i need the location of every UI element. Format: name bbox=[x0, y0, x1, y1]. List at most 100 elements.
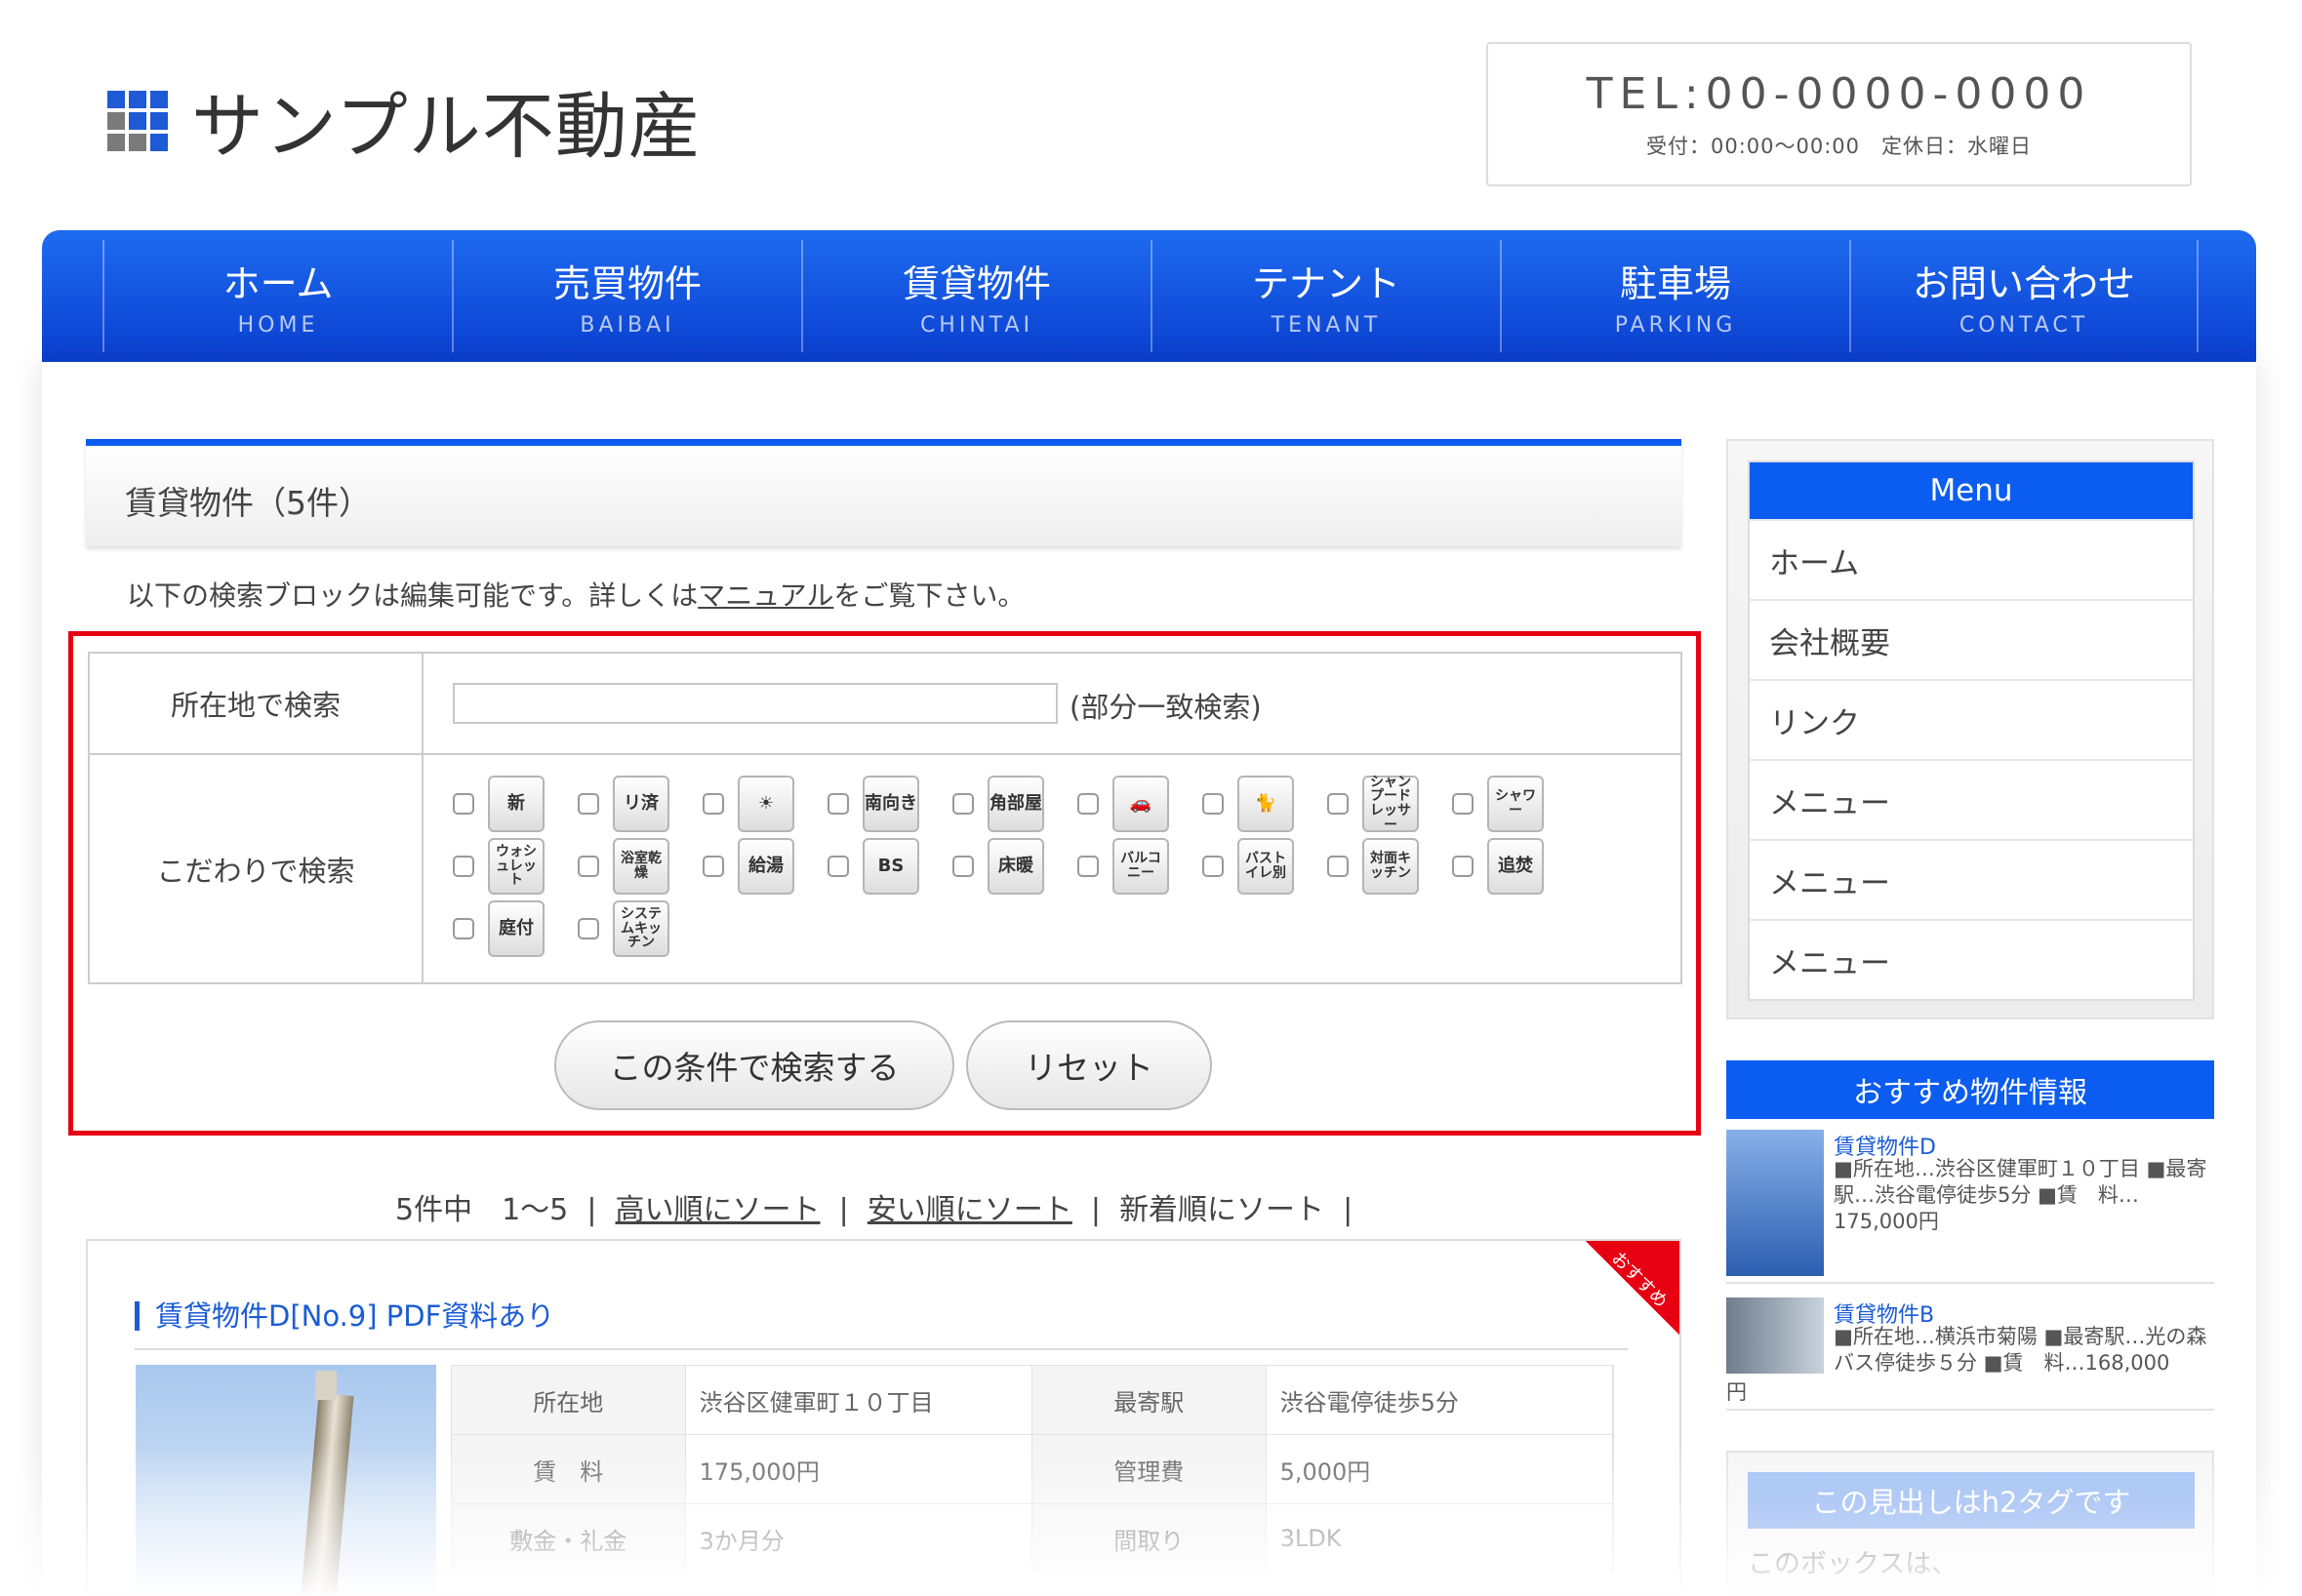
reheat-icon[interactable]: 追焚 bbox=[1487, 838, 1544, 895]
feature-checkbox[interactable] bbox=[578, 856, 599, 877]
feature-checkbox[interactable] bbox=[1452, 856, 1474, 877]
renovated-icon[interactable]: リ済 bbox=[613, 776, 669, 832]
feature-option-pet[interactable]: 🐈 bbox=[1202, 776, 1294, 832]
feature-search-label: こだわりで検索 bbox=[90, 755, 424, 982]
feature-option-garden[interactable]: 庭付 bbox=[453, 900, 545, 957]
info-value: 175,000円 bbox=[686, 1435, 1032, 1503]
hot-water-icon[interactable]: 給湯 bbox=[738, 838, 794, 895]
feature-option-washlet[interactable]: ウォシュレット bbox=[453, 838, 545, 895]
reset-button[interactable]: リセット bbox=[966, 1020, 1212, 1110]
nav-item-parking[interactable]: 駐車場 PARKING bbox=[1500, 240, 1849, 352]
separate-bath-toilet-icon[interactable]: バストイレ別 bbox=[1237, 838, 1294, 895]
feature-option-hot-water[interactable]: 給湯 bbox=[703, 838, 794, 895]
recommend-item[interactable]: 賃貸物件B ■所在地…横浜市菊陽 ■最寄駅…光の森バス停徒歩５分 ■賃 料…16… bbox=[1726, 1297, 2214, 1411]
feature-option-balcony[interactable]: バルコニー bbox=[1077, 838, 1169, 895]
feature-checkbox[interactable] bbox=[1452, 793, 1474, 815]
sidebar-item-menu[interactable]: メニュー bbox=[1750, 759, 2193, 839]
feature-option-reheat[interactable]: 追焚 bbox=[1452, 838, 1544, 895]
feature-checkbox[interactable] bbox=[578, 793, 599, 815]
sidebar-item-menu[interactable]: メニュー bbox=[1750, 839, 2193, 919]
nav-sublabel: TENANT bbox=[1271, 313, 1382, 338]
partial-match-note: (部分一致検索) bbox=[1070, 691, 1262, 724]
feature-option-south-facing[interactable]: 南向き bbox=[828, 776, 919, 832]
feature-checkbox[interactable] bbox=[1077, 793, 1099, 815]
property-photo[interactable] bbox=[136, 1365, 436, 1594]
manual-link[interactable]: マニュアル bbox=[698, 579, 833, 612]
car-icon[interactable]: 🚗 bbox=[1112, 776, 1169, 832]
feature-checkbox[interactable] bbox=[1327, 856, 1349, 877]
recommend-thumbnail[interactable] bbox=[1726, 1297, 1824, 1374]
new-icon[interactable]: 新 bbox=[488, 776, 545, 832]
balcony-icon[interactable]: バルコニー bbox=[1112, 838, 1169, 895]
nav-item-baibai[interactable]: 売買物件 BAIBAI bbox=[452, 240, 801, 352]
location-search-label: 所在地で検索 bbox=[90, 654, 424, 753]
feature-option-renovated[interactable]: リ済 bbox=[578, 776, 669, 832]
washlet-icon[interactable]: ウォシュレット bbox=[488, 838, 545, 895]
feature-option-shower[interactable]: シャワー bbox=[1452, 776, 1544, 832]
bs-icon[interactable]: BS bbox=[863, 838, 919, 895]
feature-option-sunny[interactable]: ☀ bbox=[703, 776, 794, 832]
sidebar-item-home[interactable]: ホーム bbox=[1750, 519, 2193, 599]
feature-checkbox[interactable] bbox=[453, 918, 474, 939]
site-logo[interactable]: サンプル不動産 bbox=[107, 68, 702, 173]
sort-high-link[interactable]: 高い順にソート bbox=[616, 1193, 821, 1227]
feature-option-system-kitchen[interactable]: システムキッチン bbox=[578, 900, 669, 957]
shower-icon[interactable]: シャワー bbox=[1487, 776, 1544, 832]
nav-label: 賃貸物件 bbox=[902, 262, 1051, 305]
sidebar-item-links[interactable]: リンク bbox=[1750, 679, 2193, 759]
feature-checkbox[interactable] bbox=[1202, 856, 1224, 877]
feature-option-bs[interactable]: BS bbox=[828, 838, 919, 895]
feature-checkbox[interactable] bbox=[1202, 793, 1224, 815]
info-label: 管理費 bbox=[1032, 1435, 1267, 1503]
feature-checkbox[interactable] bbox=[828, 793, 849, 815]
feature-checkbox[interactable] bbox=[1077, 856, 1099, 877]
bath-dryer-icon[interactable]: 浴室乾燥 bbox=[613, 838, 669, 895]
feature-option-shampoo-dresser[interactable]: シャンプードレッサー bbox=[1327, 775, 1419, 832]
feature-checkbox[interactable] bbox=[952, 793, 974, 815]
nav-item-tenant[interactable]: テナント TENANT bbox=[1151, 240, 1500, 352]
feature-option-corner-room[interactable]: 角部屋 bbox=[952, 776, 1044, 832]
south-facing-icon[interactable]: 南向き bbox=[863, 776, 919, 832]
recommend-item[interactable]: 賃貸物件D ■所在地…渋谷区健軍町１０丁目 ■最寄駅…渋谷電停徒歩5分 ■賃 料… bbox=[1726, 1130, 2214, 1284]
feature-option-separate-bath-toilet[interactable]: バストイレ別 bbox=[1202, 838, 1294, 895]
feature-checkbox[interactable] bbox=[1327, 793, 1349, 815]
tel-number: TEL:00-0000-0000 bbox=[1586, 69, 2092, 119]
sort-low-link[interactable]: 安い順にソート bbox=[868, 1193, 1072, 1227]
garden-icon[interactable]: 庭付 bbox=[488, 900, 545, 957]
feature-checkbox[interactable] bbox=[703, 856, 724, 877]
sunny-icon[interactable]: ☀ bbox=[738, 776, 794, 832]
location-search-input[interactable] bbox=[453, 683, 1058, 724]
nav-item-home[interactable]: ホーム HOME bbox=[102, 240, 452, 352]
sidebar-item-menu[interactable]: メニュー bbox=[1750, 919, 2193, 999]
recommend-thumbnail[interactable] bbox=[1726, 1130, 1824, 1276]
property-title-link[interactable]: 賃貸物件D[No.9] PDF資料あり bbox=[135, 1301, 554, 1331]
search-submit-button[interactable]: この条件で検索する bbox=[554, 1020, 954, 1110]
feature-option-bath-dryer[interactable]: 浴室乾燥 bbox=[578, 838, 669, 895]
pet-icon[interactable]: 🐈 bbox=[1237, 776, 1294, 832]
feature-checkbox[interactable] bbox=[578, 918, 599, 939]
feature-checkbox[interactable] bbox=[453, 793, 474, 815]
info-value: 渋谷区健軍町１０丁目 bbox=[686, 1366, 1032, 1434]
sort-new-link[interactable]: 新着順にソート bbox=[1119, 1193, 1324, 1227]
global-nav: ホーム HOME 売買物件 BAIBAI 賃貸物件 CHINTAI テナント T… bbox=[42, 230, 2256, 362]
feature-option-floor-heating[interactable]: 床暖 bbox=[952, 838, 1044, 895]
recommend-desc-tail: 円 bbox=[1726, 1380, 1747, 1404]
nav-item-contact[interactable]: お問い合わせ CONTACT bbox=[1849, 240, 2199, 352]
sidebar-item-company[interactable]: 会社概要 bbox=[1750, 599, 2193, 679]
system-kitchen-icon[interactable]: システムキッチン bbox=[613, 900, 669, 957]
feature-option-new[interactable]: 新 bbox=[453, 776, 545, 832]
feature-option-car[interactable]: 🚗 bbox=[1077, 776, 1169, 832]
feature-checkbox[interactable] bbox=[703, 793, 724, 815]
recommend-desc: ■所在地…渋谷区健軍町１０丁目 ■最寄駅…渋谷電停徒歩5分 ■賃 料…175,0… bbox=[1834, 1157, 2207, 1233]
corner-room-icon[interactable]: 角部屋 bbox=[988, 776, 1044, 832]
shampoo-dresser-icon[interactable]: シャンプードレッサー bbox=[1362, 775, 1419, 832]
counter-kitchen-icon[interactable]: 対面キッチン bbox=[1362, 838, 1419, 895]
nav-label: 売買物件 bbox=[552, 262, 702, 305]
feature-checkbox[interactable] bbox=[828, 856, 849, 877]
nav-item-chintai[interactable]: 賃貸物件 CHINTAI bbox=[801, 240, 1151, 352]
feature-checkbox[interactable] bbox=[952, 856, 974, 877]
h2-sample-heading: この見出しはh2タグです bbox=[1748, 1472, 2195, 1529]
floor-heating-icon[interactable]: 床暖 bbox=[988, 838, 1044, 895]
feature-option-counter-kitchen[interactable]: 対面キッチン bbox=[1327, 838, 1419, 895]
feature-checkbox[interactable] bbox=[453, 856, 474, 877]
